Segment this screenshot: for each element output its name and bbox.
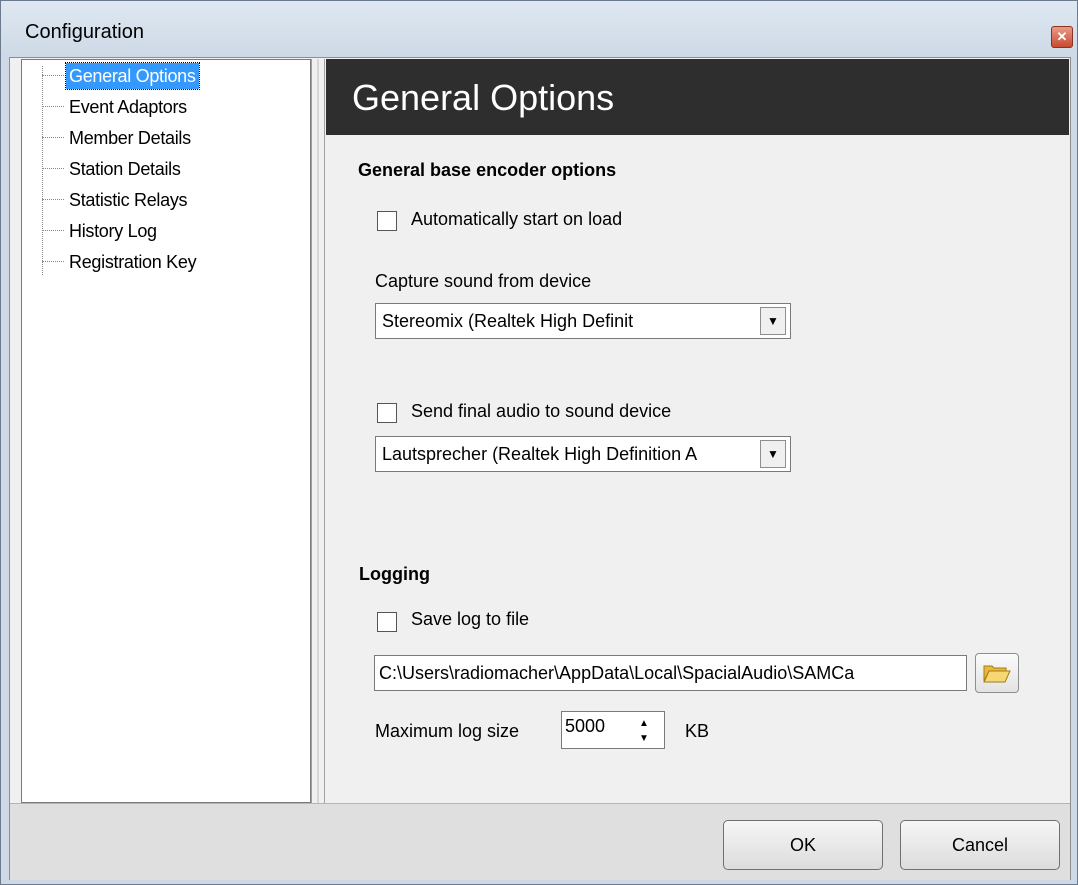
spin-up-icon[interactable]: ▲: [632, 715, 656, 731]
log-path-input[interactable]: C:\Users\radiomacher\AppData\Local\Spaci…: [374, 655, 967, 691]
tree-item-label: Member Details: [69, 128, 191, 148]
tree-connector-line: [42, 66, 43, 275]
max-log-size-value: 5000: [565, 716, 606, 736]
capture-device-label: Capture sound from device: [375, 271, 592, 291]
max-log-size-label: Maximum log size: [375, 721, 520, 741]
close-button[interactable]: ✕: [1051, 26, 1073, 48]
ok-button[interactable]: OK: [723, 820, 883, 870]
save-log-label[interactable]: Save log to file: [411, 609, 529, 630]
autostart-checkbox[interactable]: [377, 211, 397, 231]
window-title: Configuration: [25, 21, 144, 43]
tree-item-label: Event Adaptors: [69, 97, 187, 117]
max-log-size-stepper[interactable]: 5000 ▲ ▼: [561, 711, 665, 749]
tree-item-label: Station Details: [69, 159, 181, 179]
tree-item-label: Registration Key: [69, 252, 197, 272]
options-tree[interactable]: General Options Event Adaptors Member De…: [21, 59, 311, 803]
folder-open-icon: [983, 665, 1011, 683]
title-bar[interactable]: Configuration ✕: [1, 1, 1077, 57]
configuration-window: Configuration ✕ General Options Event Ad…: [0, 0, 1078, 885]
dialog-button-bar: OK Cancel: [10, 803, 1070, 880]
encoder-section-heading: General base encoder options: [358, 160, 617, 180]
output-device-value: Lautsprecher (Realtek High Definition A: [382, 444, 698, 464]
send-final-audio-checkbox[interactable]: [377, 403, 397, 423]
dropdown-arrow-icon[interactable]: ▼: [760, 307, 786, 335]
max-log-size-unit: KB: [685, 721, 710, 741]
panel-splitter[interactable]: [311, 59, 325, 803]
spin-down-icon[interactable]: ▼: [632, 730, 656, 746]
tree-item-label: Statistic Relays: [69, 190, 188, 210]
autostart-label[interactable]: Automatically start on load: [411, 209, 622, 230]
dropdown-arrow-icon[interactable]: ▼: [760, 440, 786, 468]
logging-section-heading: Logging: [359, 564, 430, 584]
send-final-audio-label[interactable]: Send final audio to sound device: [411, 401, 671, 422]
capture-device-value: Stereomix (Realtek High Definit: [382, 311, 634, 331]
tree-item-label: General Options: [65, 62, 200, 90]
log-path-value: C:\Users\radiomacher\AppData\Local\Spaci…: [379, 663, 855, 683]
output-device-select[interactable]: Lautsprecher (Realtek High Definition A …: [375, 436, 791, 472]
page-title: General Options: [352, 77, 615, 118]
save-log-checkbox[interactable]: [377, 612, 397, 632]
browse-log-path-button[interactable]: [975, 653, 1019, 693]
capture-device-select[interactable]: Stereomix (Realtek High Definit ▼: [375, 303, 791, 339]
cancel-button[interactable]: Cancel: [900, 820, 1060, 870]
tree-item-label: History Log: [69, 221, 157, 241]
page-header: General Options: [326, 59, 1069, 135]
close-icon: ✕: [1056, 29, 1068, 44]
